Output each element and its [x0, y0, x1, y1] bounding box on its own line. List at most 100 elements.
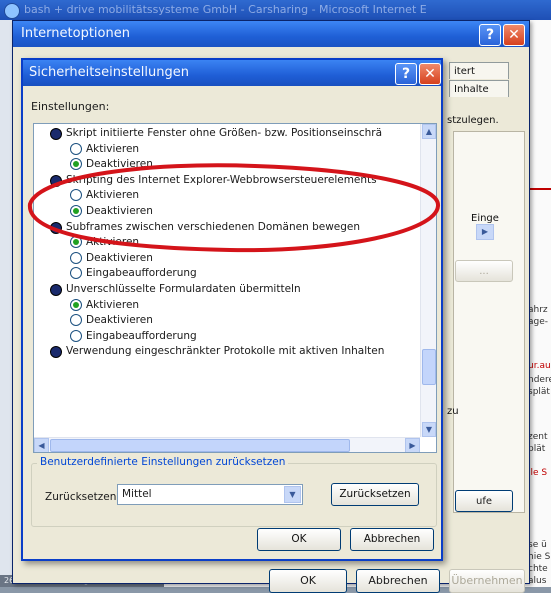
internet-options-window: Internetoptionen ? ✕ itert Inhalte stzul… — [12, 20, 530, 593]
radio-unselected-icon[interactable] — [70, 329, 82, 342]
reset-settings-group-title: Benutzerdefinierte Einstellungen zurücks… — [37, 456, 289, 468]
background-snippet: ahrz — [528, 305, 548, 315]
setting-option-row[interactable]: Aktivieren — [70, 235, 139, 249]
setting-label: Deaktivieren — [86, 314, 153, 327]
settings-group-icon — [50, 346, 62, 359]
security-settings-dialog: Sicherheitseinstellungen ? ✕ Einstellung… — [21, 58, 443, 561]
background-snippet: zent — [528, 432, 548, 442]
background-snippet: hie S — [528, 552, 551, 562]
settings-group-icon — [50, 284, 62, 296]
internet-options-title-bar[interactable]: Internetoptionen ? ✕ — [13, 21, 529, 47]
background-snippet: alus — [528, 576, 547, 586]
settings-group-icon — [50, 174, 62, 187]
background-snippet: plät — [528, 444, 546, 454]
settings-tree-list[interactable]: Skript initiierte Fenster ohne Größen- b… — [33, 123, 437, 453]
internet-explorer-icon — [4, 3, 20, 19]
setting-option-row[interactable]: Aktivieren — [70, 298, 139, 312]
setting-label: Eingabeaufforderung — [86, 329, 197, 342]
setting-option-row[interactable]: Deaktivieren — [70, 313, 153, 327]
setting-option-row[interactable]: Deaktivieren — [70, 204, 153, 218]
scroll-left-arrow-icon[interactable]: ◀ — [34, 438, 49, 452]
reset-label: Zurücksetzen — [45, 491, 117, 503]
radio-selected-icon[interactable] — [70, 205, 82, 217]
zone-label-fragment: Einge — [471, 213, 499, 224]
scroll-down-arrow-icon[interactable]: ▼ — [422, 422, 436, 437]
ok-button[interactable]: OK — [257, 528, 341, 551]
setting-group-row: Unverschlüsselte Formulardaten übermitte… — [50, 282, 301, 296]
horizontal-scrollbar[interactable]: ◀ ▶ — [34, 437, 420, 452]
background-link-snippet[interactable]: ur.au — [528, 361, 551, 372]
background-snippet: ndere — [528, 375, 551, 385]
radio-unselected-icon[interactable] — [70, 251, 82, 264]
radio-unselected-icon[interactable] — [70, 142, 82, 155]
radio-selected-icon[interactable] — [70, 236, 82, 249]
cancel-button[interactable]: Abbrechen — [350, 528, 434, 551]
tab-label: itert — [454, 66, 475, 77]
setting-label: Aktivieren — [86, 142, 140, 155]
setting-group-row: Skript initiierte Fenster ohne Größen- b… — [50, 126, 382, 140]
setting-label: Unverschlüsselte Formulardaten übermitte… — [66, 283, 301, 295]
settings-label: Einstellungen: — [31, 100, 110, 113]
button-label: ufe — [475, 496, 492, 507]
scroll-up-arrow-icon[interactable]: ▲ — [422, 124, 436, 139]
setting-option-row[interactable]: Aktivieren — [70, 188, 139, 202]
setting-label: Aktivieren — [86, 298, 140, 311]
radio-unselected-icon[interactable] — [70, 314, 82, 327]
background-snippet: chte — [528, 564, 548, 574]
button-label: Abbrechen — [363, 533, 421, 545]
ok-button[interactable]: OK — [269, 569, 347, 593]
setting-option-row[interactable]: Deaktivieren — [70, 157, 153, 171]
setting-label: Eingabeaufforderung — [86, 267, 197, 280]
description-text-fragment: stzulegen. — [447, 115, 499, 126]
reset-level-select[interactable]: Mittel ▼ — [117, 484, 303, 505]
custom-level-button[interactable]: ... — [455, 260, 513, 282]
internet-options-title: Internetoptionen — [21, 26, 130, 41]
button-label: ... — [479, 266, 489, 277]
button-label: Abbrechen — [368, 574, 428, 587]
setting-label: Subframes zwischen verschiedenen Domänen… — [66, 220, 361, 233]
settings-group-icon — [50, 221, 62, 234]
close-icon[interactable]: ✕ — [503, 24, 525, 46]
setting-option-row[interactable]: Eingabeaufforderung — [70, 329, 197, 343]
radio-unselected-icon[interactable] — [70, 189, 82, 202]
background-window-title: bash + drive mobilitätssysteme GmbH - Ca… — [24, 3, 427, 16]
horizontal-scroll-thumb[interactable] — [50, 439, 350, 452]
setting-option-row[interactable]: Eingabeaufforderung — [70, 266, 197, 280]
scroll-right-arrow-icon[interactable]: ▶ — [476, 224, 494, 240]
reset-level-value: Mittel — [122, 488, 152, 500]
reset-button[interactable]: Zurücksetzen — [331, 483, 419, 506]
setting-label: Deaktivieren — [86, 251, 153, 264]
apply-button[interactable]: Übernehmen — [449, 569, 525, 593]
background-link-snippet[interactable]: ile S — [528, 468, 547, 479]
zone-panel — [453, 131, 525, 513]
setting-label: Deaktivieren — [86, 205, 153, 217]
setting-option-row[interactable]: Aktivieren — [70, 142, 139, 156]
vertical-scrollbar[interactable]: ▲ ▼ — [420, 124, 436, 437]
background-title-bar: bash + drive mobilitätssysteme GmbH - Ca… — [0, 0, 551, 20]
tab-advanced[interactable]: itert — [449, 62, 509, 79]
help-icon[interactable]: ? — [395, 63, 417, 85]
security-settings-title-bar[interactable]: Sicherheitseinstellungen ? ✕ — [23, 60, 441, 86]
setting-option-row[interactable]: Deaktivieren — [70, 251, 153, 265]
background-snippet: se ü — [528, 540, 547, 550]
chevron-down-icon[interactable]: ▼ — [284, 486, 301, 503]
setting-label: Verwendung eingeschränkter Protokolle mi… — [66, 345, 385, 358]
button-label: Übernehmen — [451, 574, 523, 587]
setting-group-row: Skripting des Internet Explorer-Webbrows… — [50, 173, 377, 187]
text-fragment-zu: zu — [447, 406, 459, 417]
vertical-scroll-thumb[interactable] — [422, 349, 436, 385]
scroll-right-arrow-icon[interactable]: ▶ — [405, 438, 420, 452]
help-icon[interactable]: ? — [479, 24, 501, 46]
default-level-button[interactable]: ufe — [455, 490, 513, 512]
tab-content[interactable]: Inhalte — [449, 80, 509, 97]
setting-group-row: Subframes zwischen verschiedenen Domänen… — [50, 220, 360, 234]
radio-unselected-icon[interactable] — [70, 267, 82, 280]
cancel-button[interactable]: Abbrechen — [356, 569, 440, 593]
button-label: OK — [300, 574, 316, 587]
setting-label: Deaktivieren — [86, 158, 153, 171]
background-snippet: age- — [528, 317, 549, 327]
radio-selected-icon[interactable] — [70, 298, 82, 311]
close-icon[interactable]: ✕ — [419, 63, 441, 85]
radio-selected-icon[interactable] — [70, 158, 82, 171]
background-snippet: splät — [528, 387, 550, 397]
